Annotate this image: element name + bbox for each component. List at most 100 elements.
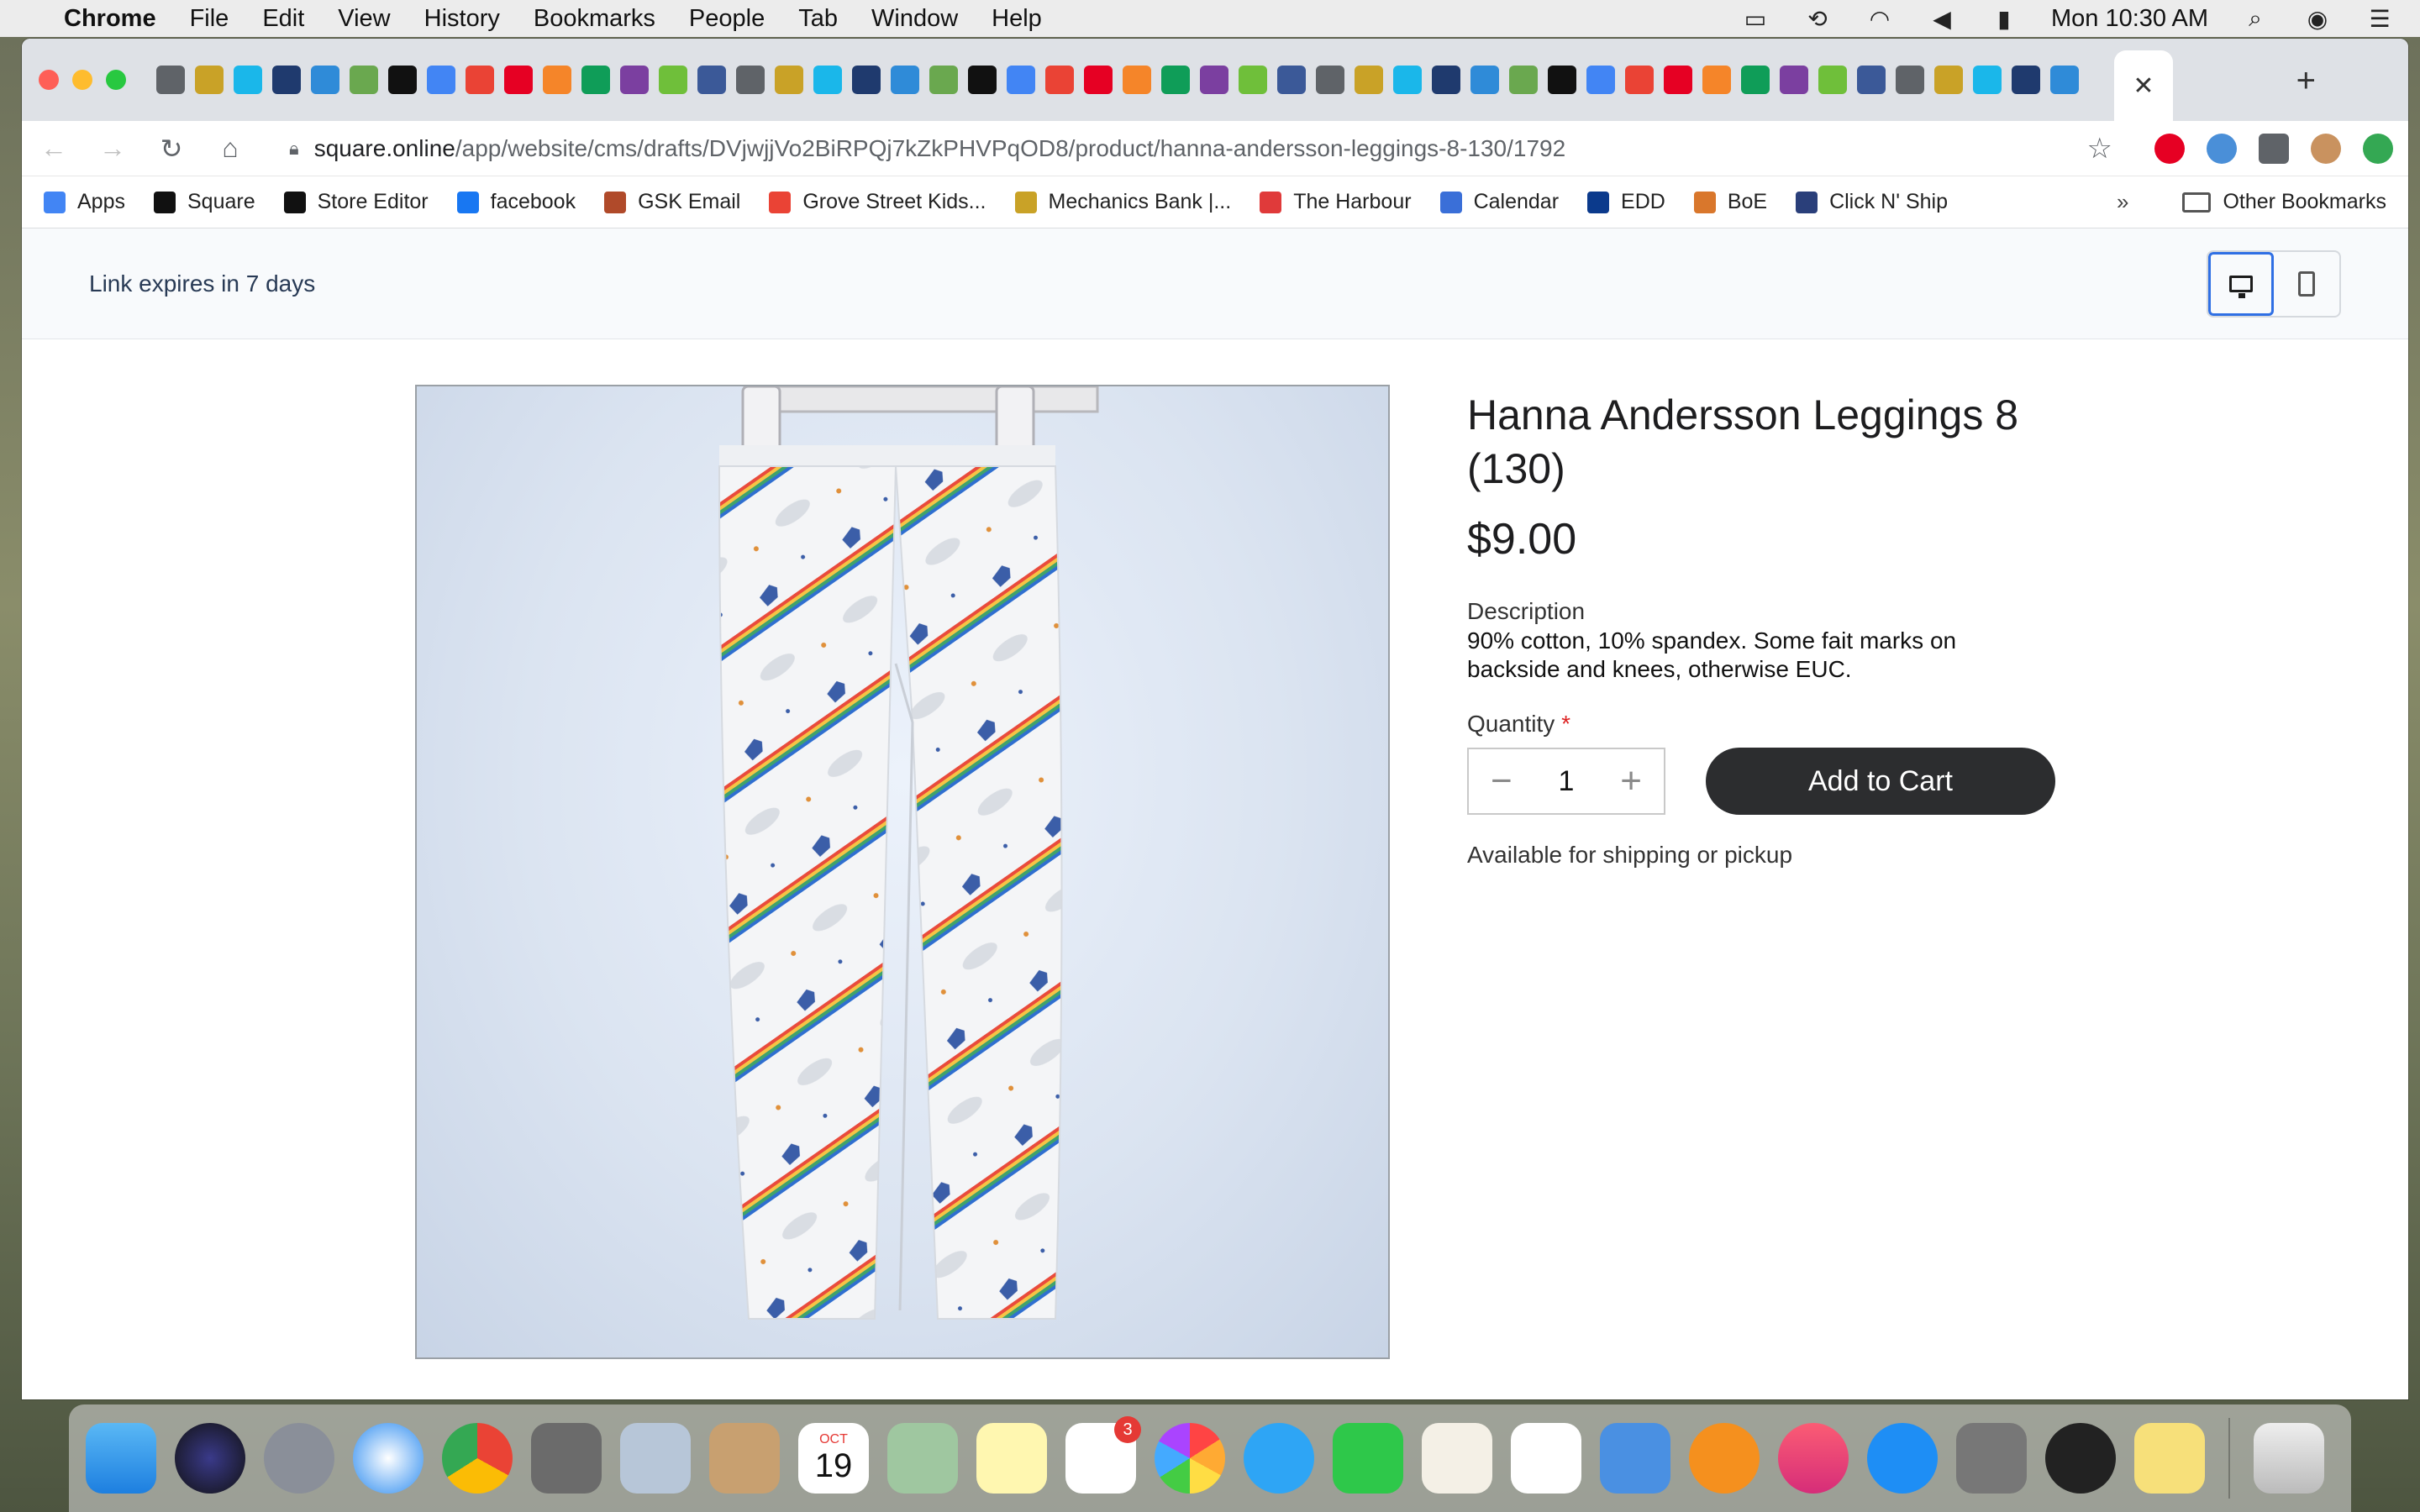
bookmark-the-harbour[interactable]: The Harbour: [1260, 190, 1412, 214]
system-preferences-icon[interactable]: [1956, 1423, 2027, 1494]
tab-favicon-lb-icon[interactable]: [581, 66, 610, 94]
menu-file[interactable]: File: [190, 5, 229, 33]
volume-icon[interactable]: ◀: [1927, 6, 1957, 32]
bookmark-edd[interactable]: EDD: [1587, 190, 1665, 214]
tab-favicon-hub--icon[interactable]: [272, 66, 301, 94]
stickies-icon[interactable]: [2134, 1423, 2205, 1494]
tab-favicon-sf-icon[interactable]: [1007, 66, 1035, 94]
tab-favicon-photo-icon[interactable]: [1084, 66, 1113, 94]
trash-icon[interactable]: [2254, 1423, 2324, 1494]
bookmark-mechanics-bank[interactable]: Mechanics Bank |...: [1014, 190, 1231, 214]
back-button[interactable]: ←: [37, 133, 71, 164]
wifi-icon[interactable]: ◠: [1865, 6, 1895, 32]
tab-favicon-pinterest-icon[interactable]: [1045, 66, 1074, 94]
tab-favicon-mechanics-bank-icon[interactable]: [350, 66, 378, 94]
pages-icon[interactable]: [1422, 1423, 1492, 1494]
add-to-cart-button[interactable]: Add to Cart: [1706, 748, 2055, 815]
tab-favicon-sba-icon[interactable]: [1702, 66, 1731, 94]
bookmark-apps[interactable]: Apps: [44, 190, 125, 214]
tab-favicon-hex-icon[interactable]: [504, 66, 533, 94]
lock-icon[interactable]: 🔒︎: [289, 138, 299, 160]
tab-favicon-google-icon[interactable]: [1586, 66, 1615, 94]
decrement-button[interactable]: −: [1491, 760, 1512, 802]
close-tab-icon[interactable]: ✕: [2133, 71, 2154, 101]
maps-icon[interactable]: [887, 1423, 958, 1494]
calendar-icon[interactable]: OCT 19: [798, 1423, 869, 1494]
tab-favicon-houzz-icon[interactable]: [1470, 66, 1499, 94]
siri-icon[interactable]: [175, 1423, 245, 1494]
tab-favicon-square-color-icon[interactable]: [1200, 66, 1228, 94]
reload-button[interactable]: ↻: [155, 133, 188, 165]
menu-window[interactable]: Window: [871, 5, 958, 33]
tab-favicon-sba-icon[interactable]: [1818, 66, 1847, 94]
tab-favicon-globe-icon[interactable]: [311, 66, 339, 94]
tab-favicon-google-icon[interactable]: [929, 66, 958, 94]
books-icon[interactable]: [1689, 1423, 1760, 1494]
tab-favicon-globe-icon[interactable]: [234, 66, 262, 94]
tab-favicon-x-icon[interactable]: [1896, 66, 1924, 94]
pinterest-extension-icon[interactable]: [2154, 133, 2185, 164]
cloud-app-icon[interactable]: [2045, 1423, 2116, 1494]
desktop-view-button[interactable]: [2208, 251, 2274, 316]
forward-button[interactable]: →: [96, 133, 129, 164]
music-icon[interactable]: [1778, 1423, 1849, 1494]
time-machine-icon[interactable]: ⟲: [1802, 6, 1833, 32]
calculator-icon[interactable]: [531, 1423, 602, 1494]
siri-icon[interactable]: ◉: [2302, 6, 2333, 32]
new-tab-button[interactable]: +: [2296, 62, 2316, 100]
contacts-icon[interactable]: [709, 1423, 780, 1494]
mobile-view-button[interactable]: [2274, 252, 2339, 316]
menu-bookmarks[interactable]: Bookmarks: [534, 5, 655, 33]
tab-favicon-swirl-icon[interactable]: [1664, 66, 1692, 94]
tab-favicon-dots-icon[interactable]: [1277, 66, 1306, 94]
bookmark-boe[interactable]: BoE: [1693, 190, 1767, 214]
menu-clock[interactable]: Mon 10:30 AM: [2051, 5, 2208, 33]
bookmark-star-icon[interactable]: ☆: [2087, 132, 2112, 165]
tab-favicon-houzz-icon[interactable]: [1509, 66, 1538, 94]
menu-view[interactable]: View: [338, 5, 390, 33]
tab-favicon-houzz-icon[interactable]: [1548, 66, 1576, 94]
keynote-icon[interactable]: [1600, 1423, 1670, 1494]
tab-favicon-square-color-icon[interactable]: [1123, 66, 1151, 94]
tab-favicon-vimeo-icon[interactable]: [427, 66, 455, 94]
tab-favicon-leaf-icon[interactable]: [543, 66, 571, 94]
tab-favicon-globe-icon[interactable]: [156, 66, 185, 94]
bookmark-grove-street-kids[interactable]: Grove Street Kids...: [769, 190, 986, 214]
tab-favicon-shell-icon[interactable]: [1934, 66, 1963, 94]
safari-icon[interactable]: [353, 1423, 424, 1494]
tab-favicon-google-icon[interactable]: [1355, 66, 1383, 94]
bookmark-click-n-ship[interactable]: Click N' Ship: [1796, 190, 1948, 214]
app-store-icon[interactable]: [1867, 1423, 1938, 1494]
tab-favicon-sba-icon[interactable]: [466, 66, 494, 94]
bookmark-gsk-email[interactable]: GSK Email: [604, 190, 740, 214]
extensions-puzzle-icon[interactable]: [2259, 133, 2289, 164]
menu-app-name[interactable]: Chrome: [64, 5, 156, 33]
menu-people[interactable]: People: [689, 5, 765, 33]
zoom-window-button[interactable]: [106, 70, 126, 90]
extension-icon[interactable]: [2207, 133, 2237, 164]
messages-icon[interactable]: [1244, 1423, 1314, 1494]
numbers-icon[interactable]: [1511, 1423, 1581, 1494]
battery-icon[interactable]: ▮: [1989, 6, 2019, 32]
tab-favicon-un-icon[interactable]: [1316, 66, 1344, 94]
tab-favicon-sba-icon[interactable]: [1780, 66, 1808, 94]
bookmark-calendar[interactable]: Calendar: [1439, 190, 1559, 214]
bookmark-facebook[interactable]: facebook: [456, 190, 576, 214]
tab-favicon-sba-icon[interactable]: [1741, 66, 1770, 94]
menu-tab[interactable]: Tab: [798, 5, 838, 33]
tab-favicon-instagram-icon[interactable]: [891, 66, 919, 94]
close-window-button[interactable]: [39, 70, 59, 90]
menu-help[interactable]: Help: [992, 5, 1042, 33]
profile-avatar[interactable]: [2311, 133, 2341, 164]
tab-favicon-square-icon[interactable]: [2012, 66, 2040, 94]
tab-favicon-z-icon[interactable]: [697, 66, 726, 94]
bookmark-square[interactable]: Square: [153, 190, 255, 214]
minimize-window-button[interactable]: [72, 70, 92, 90]
reminders-icon[interactable]: 3: [1065, 1416, 1141, 1494]
tab-favicon-google-icon[interactable]: [2050, 66, 2079, 94]
tab-favicon-isi-icon[interactable]: [813, 66, 842, 94]
tab-favicon-mechanics-bank-icon[interactable]: [388, 66, 417, 94]
tab-favicon-globe-icon[interactable]: [1857, 66, 1886, 94]
spotlight-search-icon[interactable]: ⌕: [2240, 5, 2270, 31]
finder-icon[interactable]: [86, 1423, 156, 1494]
